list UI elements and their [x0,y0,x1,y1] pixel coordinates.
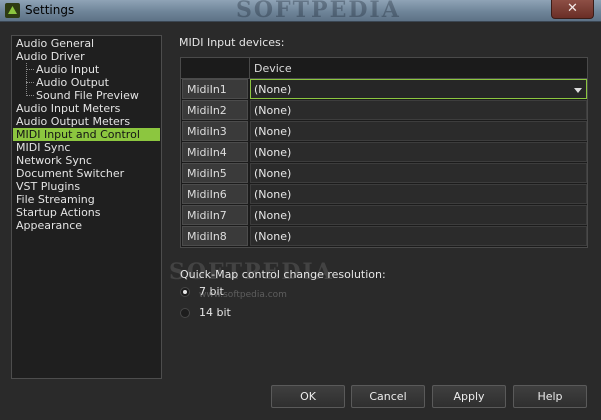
device-value: (None) [254,83,292,96]
nav-item-audio-driver[interactable]: Audio Driver [13,50,85,63]
row-header-midiin7: MidiIn7 [182,205,248,225]
row-header-midiin4: MidiIn4 [182,142,248,162]
nav-item-audio-output[interactable]: Audio Output [13,76,109,89]
radio-button-checked[interactable] [180,287,190,297]
window-title: Settings [25,3,75,17]
nav-item-audio-output-meters[interactable]: Audio Output Meters [13,115,130,128]
row-header-midiin3: MidiIn3 [182,121,248,141]
nav-item-startup-actions[interactable]: Startup Actions [13,206,101,219]
device-select-midiin1[interactable]: (None) [250,79,587,99]
nav-item-document-switcher[interactable]: Document Switcher [13,167,124,180]
device-cell-midiin7[interactable]: (None) [250,205,587,225]
cancel-button[interactable]: Cancel [351,385,425,408]
ok-button[interactable]: OK [271,385,345,408]
row-header-midiin1: MidiIn1 [182,79,248,99]
device-cell-midiin3[interactable]: (None) [250,121,587,141]
radio-label: 14 bit [199,306,231,319]
close-icon: ✕ [567,1,578,16]
device-cell-midiin8[interactable]: (None) [250,226,587,246]
device-cell-midiin4[interactable]: (None) [250,142,587,162]
radio-label: 7 bit [199,285,224,298]
quickmap-resolution-label: Quick-Map control change resolution: [180,268,386,281]
nav-item-appearance[interactable]: Appearance [13,219,82,232]
nav-item-midi-sync[interactable]: MIDI Sync [13,141,70,154]
radio-button[interactable] [180,308,190,318]
apply-button[interactable]: Apply [432,385,506,408]
nav-item-file-streaming[interactable]: File Streaming [13,193,95,206]
nav-item-audio-general[interactable]: Audio General [13,37,94,50]
nav-item-audio-input[interactable]: Audio Input [13,63,99,76]
nav-item-audio-input-meters[interactable]: Audio Input Meters [13,102,120,115]
device-cell-midiin6[interactable]: (None) [250,184,587,204]
device-cell-midiin2[interactable]: (None) [250,100,587,120]
table-corner [181,58,249,79]
row-header-midiin6: MidiIn6 [182,184,248,204]
help-button[interactable]: Help [513,385,587,408]
row-header-midiin2: MidiIn2 [182,100,248,120]
device-cell-midiin5[interactable]: (None) [250,163,587,183]
chevron-down-icon[interactable] [574,88,582,93]
settings-nav-tree: Audio General Audio Driver Audio Input A… [11,35,162,379]
midi-device-table: Device MidiIn1 (None) MidiIn2 (None) Mid… [180,57,588,248]
midi-input-devices-label: MIDI Input devices: [179,36,285,49]
nav-item-sound-file-preview[interactable]: Sound File Preview [13,89,139,102]
close-button[interactable]: ✕ [551,0,594,19]
app-logo-icon [5,3,20,18]
nav-item-vst-plugins[interactable]: VST Plugins [13,180,80,193]
row-header-midiin8: MidiIn8 [182,226,248,246]
device-column-header: Device [249,58,587,79]
row-header-midiin5: MidiIn5 [182,163,248,183]
nav-item-midi-input-and-control[interactable]: MIDI Input and Control [13,128,160,141]
title-watermark: SOFTPEDIA [236,0,401,23]
title-bar: Settings SOFTPEDIA ✕ [0,0,601,23]
nav-item-network-sync[interactable]: Network Sync [13,154,92,167]
